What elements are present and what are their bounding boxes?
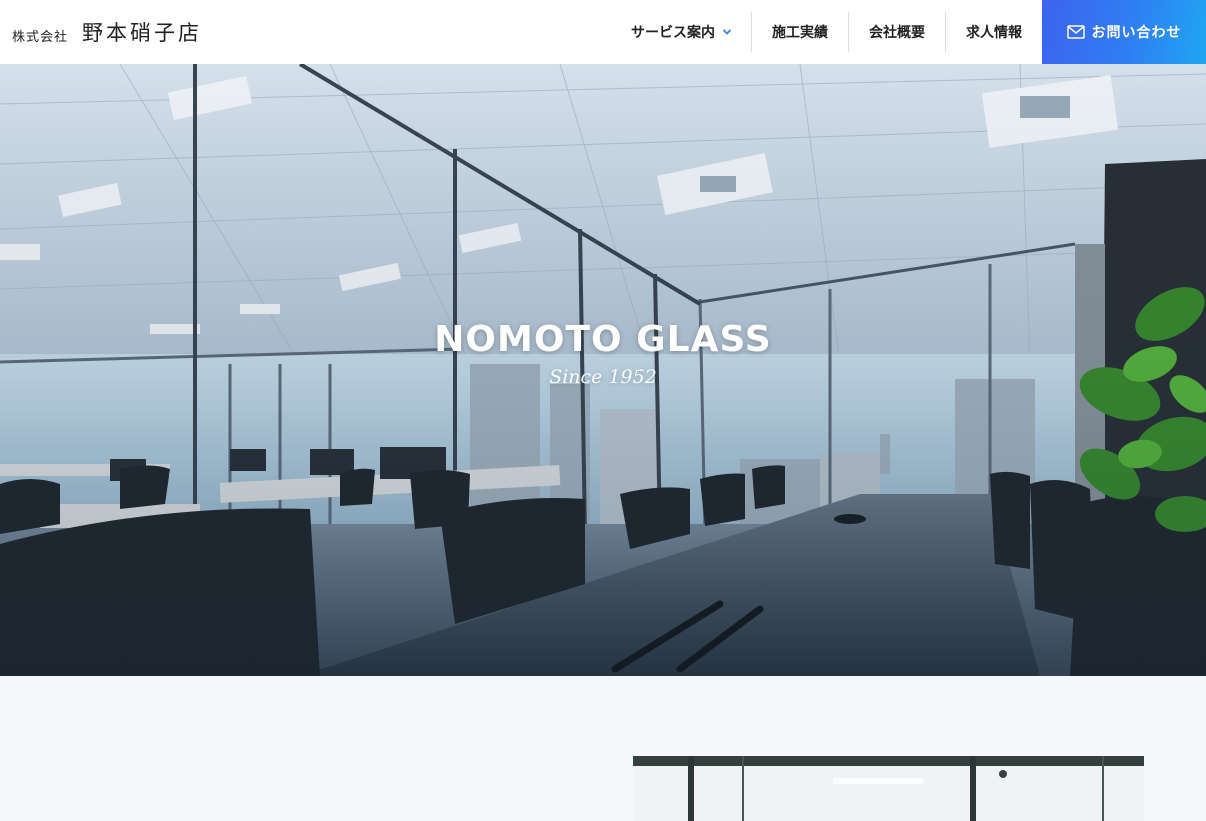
nav-item-company[interactable]: 会社概要: [848, 12, 945, 52]
mail-icon: [1066, 25, 1085, 39]
hero-subtitle: Since 1952: [549, 365, 657, 388]
main-nav: サービス案内 施工実績 会社概要 求人情報: [631, 0, 1042, 64]
nav-item-works[interactable]: 施工実績: [751, 12, 848, 52]
nav-item-recruit[interactable]: 求人情報: [945, 12, 1042, 52]
chevron-down-icon: [723, 29, 731, 35]
hero-section: NOMOTO GLASS Since 1952: [0, 64, 1206, 676]
nav-item-label: 求人情報: [966, 25, 1022, 41]
nav-item-label: 施工実績: [772, 25, 828, 41]
logo-company-name: 野本硝子店: [82, 21, 203, 45]
site-header: 株式会社 野本硝子店 サービス案内 施工実績 会社概要 求人情報 お問い合わせ: [0, 0, 1206, 64]
contact-button[interactable]: お問い合わせ: [1042, 0, 1206, 64]
nav-item-services[interactable]: サービス案内: [631, 12, 751, 52]
hero-title: NOMOTO GLASS: [434, 318, 772, 360]
intro-office-image: [633, 756, 1144, 821]
logo-company-type: 株式会社: [12, 29, 69, 45]
contact-button-label: お問い合わせ: [1091, 25, 1182, 41]
intro-section: [0, 676, 1206, 821]
nav-item-label: 会社概要: [869, 25, 925, 41]
hero-text: NOMOTO GLASS Since 1952: [0, 64, 1206, 676]
site-logo[interactable]: 株式会社 野本硝子店: [12, 0, 202, 64]
nav-item-label: サービス案内: [631, 25, 715, 41]
